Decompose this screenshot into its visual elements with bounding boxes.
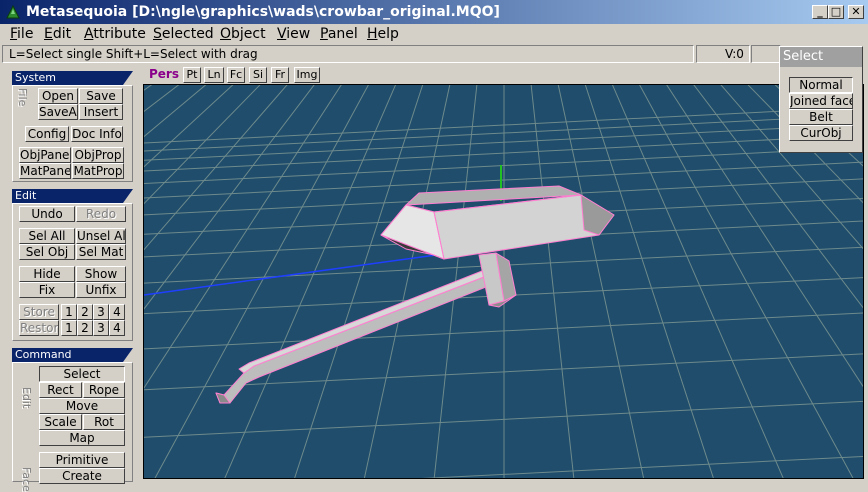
store-slot-2[interactable]: 2: [77, 304, 93, 320]
move-tool-button[interactable]: Move: [39, 398, 125, 414]
edit-group-label: Edit: [20, 387, 33, 409]
scale-tool-button[interactable]: Scale: [39, 414, 82, 430]
create-tool-button[interactable]: Create: [39, 468, 125, 484]
face-group-label: Face: [20, 467, 33, 492]
vertex-count: V:0: [696, 45, 750, 63]
file-group-label: File: [16, 88, 29, 107]
mat-prop-button[interactable]: MatProp: [72, 163, 124, 179]
system-panel: File Open Save SaveAs Insert Config Doc …: [12, 85, 133, 182]
select-tool-button[interactable]: Select: [39, 366, 125, 382]
show-points-toggle[interactable]: Pt: [183, 67, 201, 83]
store-slot-3[interactable]: 3: [93, 304, 109, 320]
rect-tool-button[interactable]: Rect: [39, 382, 82, 398]
maximize-button[interactable]: □: [828, 5, 844, 19]
restore-slot-1[interactable]: 1: [61, 320, 77, 336]
system-panel-title: System: [12, 71, 133, 85]
restore-slot-4[interactable]: 4: [109, 320, 125, 336]
metasequoia-app-icon[interactable]: [5, 4, 21, 20]
select-mode-panel: Select Normal Joined face Belt CurObj: [779, 46, 863, 153]
status-hint: L=Select single Shift+L=Select with drag: [2, 45, 694, 63]
maximize-icon: □: [830, 5, 842, 18]
save-as-button[interactable]: SaveAs: [38, 104, 78, 120]
select-current-object-button[interactable]: CurObj: [789, 125, 853, 141]
window-title: Metasequoia [D:\ngle\graphics\wads\crowb…: [26, 4, 500, 20]
image-toggle[interactable]: Img: [294, 67, 320, 83]
fix-button[interactable]: Fix: [19, 282, 75, 298]
select-panel-title: Select: [780, 47, 862, 67]
menu-object[interactable]: Object: [220, 25, 266, 43]
config-button[interactable]: Config: [25, 126, 69, 142]
select-material-button[interactable]: Sel Mat: [76, 244, 126, 260]
menu-attribute[interactable]: Attribute: [84, 25, 146, 43]
restore-button[interactable]: Restore: [19, 320, 59, 336]
save-button[interactable]: Save: [79, 88, 123, 104]
menu-panel[interactable]: Panel: [320, 25, 358, 43]
obj-prop-button[interactable]: ObjProp: [72, 147, 124, 163]
view-name-label[interactable]: Pers: [149, 67, 179, 81]
select-belt-button[interactable]: Belt: [789, 109, 853, 125]
viewport-toolbar: Pers Pt Ln Fc Si Fr Img: [143, 66, 780, 84]
primitive-tool-button[interactable]: Primitive: [39, 452, 125, 468]
select-object-button[interactable]: Sel Obj: [19, 244, 75, 260]
store-button[interactable]: Store: [19, 304, 59, 320]
unselect-all-button[interactable]: Unsel All: [76, 228, 126, 244]
viewport-canvas: [144, 85, 863, 478]
select-normal-button[interactable]: Normal: [789, 77, 853, 93]
command-panel: Edit Face Select Rect Rope Move Scale Ro…: [12, 362, 133, 492]
show-lines-toggle[interactable]: Ln: [204, 67, 224, 83]
rotate-tool-button[interactable]: Rot: [83, 414, 125, 430]
close-icon: ✕: [851, 5, 861, 18]
perspective-viewport[interactable]: [143, 84, 864, 479]
close-button[interactable]: ✕: [848, 5, 864, 19]
edit-panel: Undo Redo Sel All Unsel All Sel Obj Sel …: [12, 203, 133, 341]
frame-toggle[interactable]: Fr: [271, 67, 289, 83]
show-faces-toggle[interactable]: Fc: [227, 67, 245, 83]
menu-help[interactable]: Help: [367, 25, 399, 43]
title-bar: Metasequoia [D:\ngle\graphics\wads\crowb…: [0, 0, 868, 24]
mat-panel-button[interactable]: MatPanel: [19, 163, 71, 179]
edit-panel-title: Edit: [12, 189, 133, 203]
insert-button[interactable]: Insert: [79, 104, 123, 120]
restore-slot-2[interactable]: 2: [77, 320, 93, 336]
menu-selected[interactable]: Selected: [153, 25, 214, 43]
silhouette-toggle[interactable]: Si: [249, 67, 267, 83]
x-axis-line: [144, 254, 437, 296]
map-tool-button[interactable]: Map: [39, 430, 125, 446]
doc-info-button[interactable]: Doc Info: [71, 126, 123, 142]
minimize-icon: _: [817, 5, 823, 18]
command-panel-title: Command: [12, 348, 133, 362]
rope-tool-button[interactable]: Rope: [83, 382, 125, 398]
minimize-button[interactable]: _: [812, 5, 828, 19]
store-slot-1[interactable]: 1: [61, 304, 77, 320]
menu-file[interactable]: File: [10, 25, 33, 43]
redo-button[interactable]: Redo: [76, 206, 126, 222]
obj-panel-button[interactable]: ObjPanel: [19, 147, 71, 163]
unfix-button[interactable]: Unfix: [76, 282, 126, 298]
face-count: F:0: [751, 45, 798, 63]
show-button[interactable]: Show: [76, 266, 126, 282]
select-all-button[interactable]: Sel All: [19, 228, 75, 244]
open-button[interactable]: Open: [38, 88, 78, 104]
menu-bar: File Edit Attribute Selected Object View…: [0, 24, 868, 44]
hide-button[interactable]: Hide: [19, 266, 75, 282]
menu-edit[interactable]: Edit: [44, 25, 71, 43]
store-slot-4[interactable]: 4: [109, 304, 125, 320]
undo-button[interactable]: Undo: [19, 206, 75, 222]
select-joined-face-button[interactable]: Joined face: [789, 93, 853, 109]
menu-view[interactable]: View: [277, 25, 310, 43]
restore-slot-3[interactable]: 3: [93, 320, 109, 336]
